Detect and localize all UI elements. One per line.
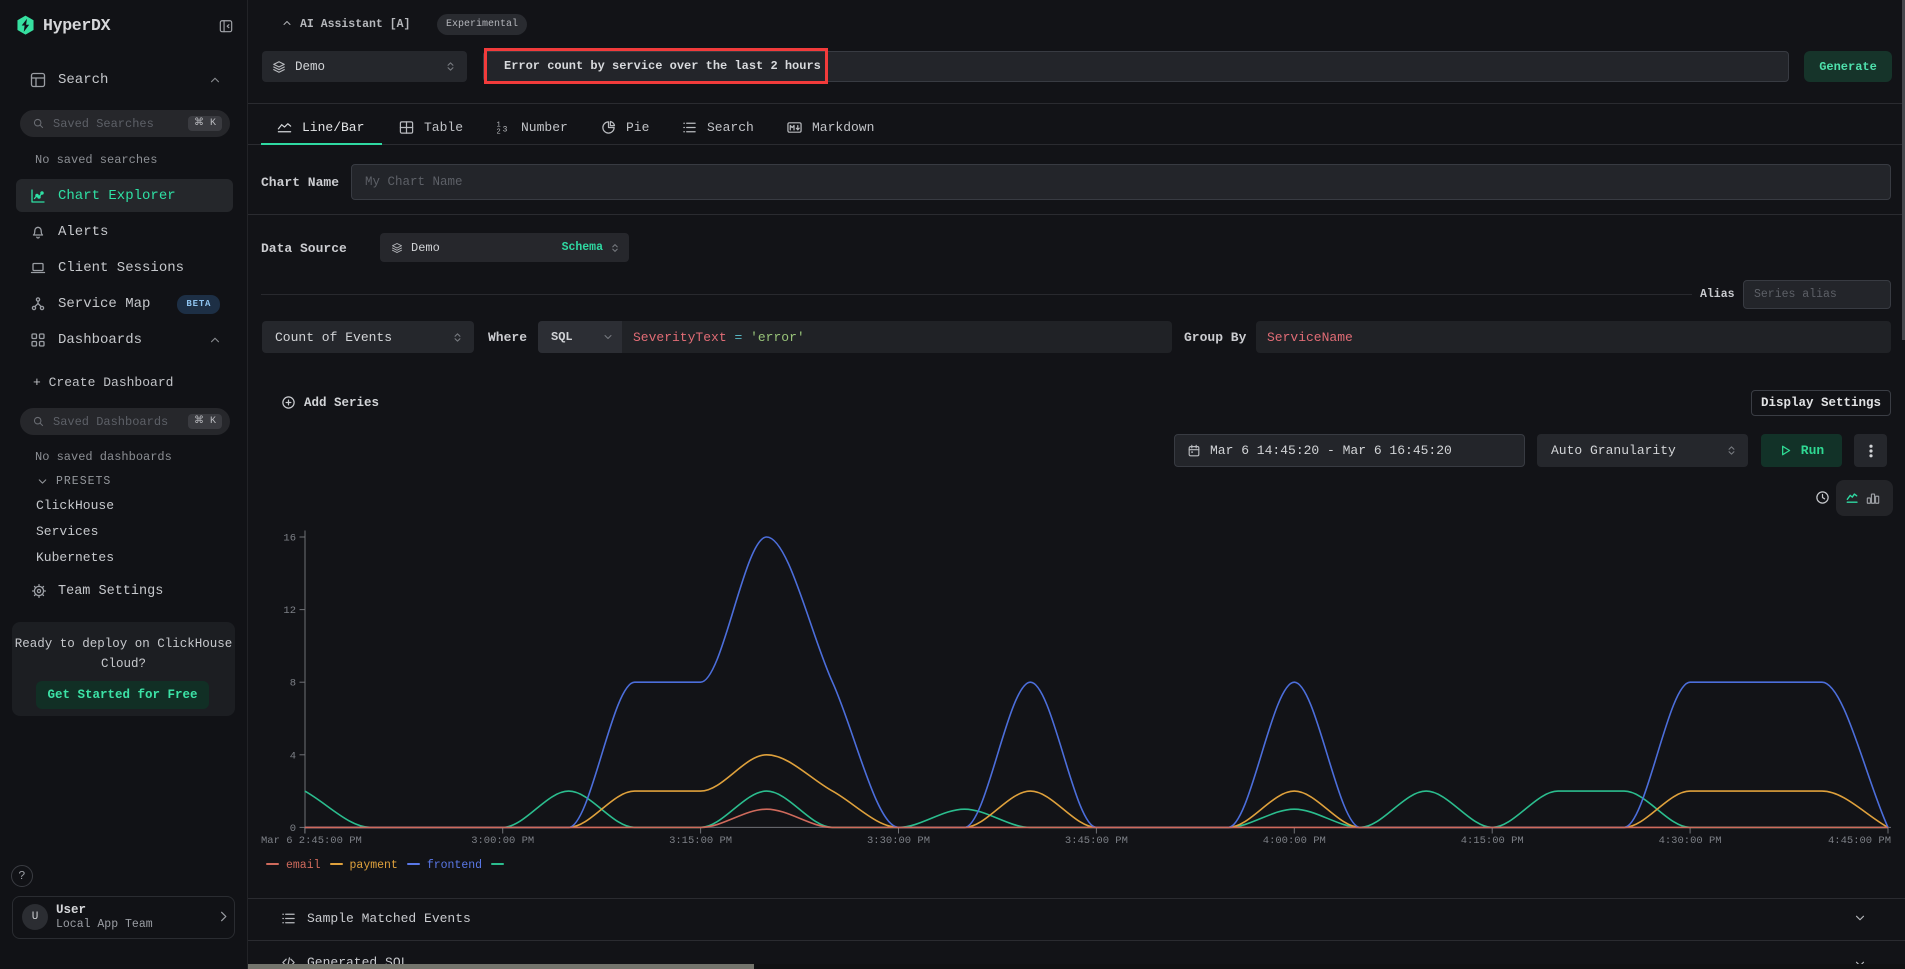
svg-text:4:00:00 PM: 4:00:00 PM	[1263, 835, 1326, 847]
svg-text:4:15:00 PM: 4:15:00 PM	[1461, 835, 1524, 847]
svg-text:4: 4	[290, 750, 296, 762]
svg-text:8: 8	[290, 678, 296, 690]
svg-text:3:15:00 PM: 3:15:00 PM	[669, 835, 732, 847]
svg-text:0: 0	[290, 823, 296, 835]
svg-text:3:00:00 PM: 3:00:00 PM	[471, 835, 534, 847]
svg-text:4:45:00 PM: 4:45:00 PM	[1828, 835, 1891, 847]
svg-text:3: 3	[503, 125, 508, 134]
svg-text:12: 12	[283, 605, 296, 617]
svg-text:2: 2	[496, 128, 500, 134]
svg-text:3:45:00 PM: 3:45:00 PM	[1065, 835, 1128, 847]
svg-text:16: 16	[283, 533, 296, 545]
svg-text:4:30:00 PM: 4:30:00 PM	[1659, 835, 1722, 847]
svg-text:3:30:00 PM: 3:30:00 PM	[867, 835, 930, 847]
svg-text:Mar 6 2:45:00 PM: Mar 6 2:45:00 PM	[261, 835, 362, 847]
